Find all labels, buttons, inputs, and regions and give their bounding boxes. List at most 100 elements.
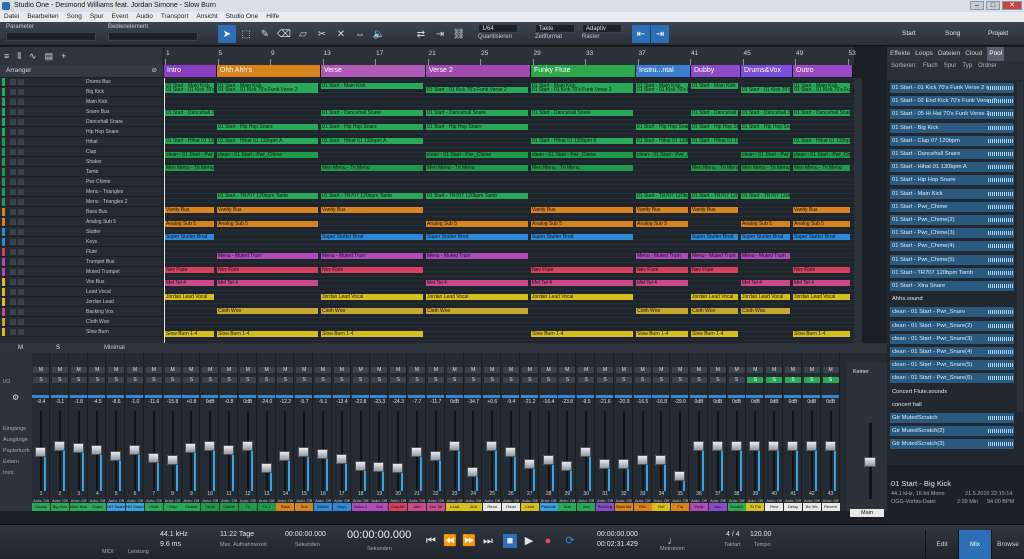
clip[interactable]: Vanity Bus: [636, 206, 688, 213]
channel-mute-button[interactable]: M: [390, 367, 407, 373]
channel-mute-button[interactable]: M: [446, 367, 463, 373]
channel-solo-button[interactable]: S: [615, 377, 632, 383]
track-row[interactable]: Backing Vox: [0, 308, 163, 317]
clip[interactable]: 01 Start - Dancehall Snare: [793, 110, 850, 117]
channel-pan-bar[interactable]: [708, 395, 726, 398]
arranger-section[interactable]: Instru...ntal: [636, 65, 691, 77]
clip[interactable]: Analog Sub 5: [741, 220, 790, 227]
clip[interactable]: Menu - Muted Trum: [426, 252, 528, 259]
add-track-icon[interactable]: +: [61, 51, 66, 61]
channel-solo-button[interactable]: S: [728, 377, 745, 383]
channel-mute-button[interactable]: M: [145, 367, 162, 373]
arranger-toggle-icon[interactable]: ⊘: [152, 65, 157, 77]
fader-knob[interactable]: [411, 447, 422, 457]
track-mute-button[interactable]: [10, 169, 16, 175]
fader-knob[interactable]: [617, 459, 629, 469]
track-row[interactable]: Flute: [0, 248, 163, 257]
track-solo-button[interactable]: [18, 119, 24, 125]
fader-knob[interactable]: [354, 460, 366, 471]
fader-knob[interactable]: [185, 443, 197, 453]
pool-item[interactable]: 01 Start - Big Kick: [890, 122, 1014, 133]
clip[interactable]: Jordan Lead Vocal: [691, 294, 738, 301]
pool-item[interactable]: clean - 01 Start - Pwr_Snare(6): [890, 373, 1014, 384]
pool-item[interactable]: Ahhs.sound: [890, 294, 1014, 305]
pool-sort-2[interactable]: Spur: [944, 61, 957, 72]
track-solo-button[interactable]: [18, 269, 24, 275]
fader-knob[interactable]: [655, 455, 667, 465]
channel-pan-bar[interactable]: [765, 395, 783, 398]
channel-solo-button[interactable]: S: [333, 377, 350, 383]
menu-item-3[interactable]: Spur: [90, 12, 104, 22]
clip[interactable]: Mel Tel 4: [426, 280, 528, 287]
channel-mute-button[interactable]: M: [352, 367, 369, 373]
browser-tab-1[interactable]: Loops: [915, 47, 933, 61]
clip[interactable]: Menu - Muted Trum: [691, 252, 738, 259]
clip[interactable]: Jordan Lead Vocal: [531, 294, 633, 301]
channel-mute-button[interactable]: M: [822, 367, 839, 373]
channel-pan-bar[interactable]: [32, 395, 49, 398]
channel-pan-bar[interactable]: [126, 395, 143, 398]
pool-item[interactable]: clean - 01 Start - Pwr_Snare(5): [890, 360, 1014, 371]
menu-item-0[interactable]: Datei: [4, 12, 19, 22]
pool-item[interactable]: Gtr MutedScratch(2): [890, 426, 1014, 437]
track-row[interactable]: Cloth Woo: [0, 318, 163, 327]
columns-icon[interactable]: ⫴: [17, 51, 21, 62]
clip[interactable]: 01 Start - Hihat 01 130bpm A: [793, 137, 850, 144]
clip[interactable]: 01 Start - Dancehall Snare: [741, 110, 790, 117]
track-mute-button[interactable]: [10, 209, 16, 215]
channel-mute-button[interactable]: M: [766, 367, 783, 373]
pool-item[interactable]: 01 Start - 05 Hi Hat 70's Funk Verse 2 w: [890, 109, 1014, 120]
clip[interactable]: 01 Start - Hip Hop Snare: [321, 124, 423, 130]
mixer-side-label[interactable]: I/O: [3, 379, 10, 385]
timebase-select[interactable]: Takte: [535, 24, 575, 33]
play-icon[interactable]: ▶: [522, 534, 536, 548]
track-solo-button[interactable]: [18, 319, 24, 325]
fader-knob[interactable]: [580, 447, 592, 457]
clip[interactable]: Mel Tel 4: [793, 280, 850, 287]
clip[interactable]: Jordan Lead Vocal: [321, 294, 423, 301]
track-row[interactable]: Menu - Triangles 2: [0, 198, 163, 207]
clip[interactable]: Menu - Muted Trum: [636, 252, 688, 259]
forward-end-icon[interactable]: ⏭: [481, 534, 495, 548]
clip[interactable]: 01 Start - Main Kick: [321, 82, 423, 89]
channel-mute-button[interactable]: M: [597, 367, 613, 373]
pool-item[interactable]: 01 Start - Hip Hop Snare: [890, 175, 1014, 186]
channel-solo-button[interactable]: S: [691, 377, 707, 383]
channel-mute-button[interactable]: M: [785, 367, 801, 373]
channel-pan-bar[interactable]: [351, 395, 369, 398]
pool-item[interactable]: Gtr MutedScratch: [890, 413, 1014, 423]
channel-solo-button[interactable]: S: [521, 377, 538, 383]
clip[interactable]: Vanity Bus: [165, 206, 214, 213]
channel-solo-button[interactable]: S: [296, 377, 313, 383]
fader-track[interactable]: [265, 411, 268, 491]
track-row[interactable]: Bass Bus: [0, 208, 163, 217]
channel-pan-bar[interactable]: [201, 395, 219, 398]
channel-pan-bar[interactable]: [50, 395, 68, 398]
track-mute-button[interactable]: [10, 189, 16, 195]
forward-icon[interactable]: ⏩: [462, 534, 476, 548]
track-solo-button[interactable]: [18, 329, 24, 335]
fader-knob[interactable]: [317, 449, 328, 460]
project-button[interactable]: Projekt: [988, 28, 1008, 40]
channel-mute-button[interactable]: M: [465, 367, 482, 373]
mix-tab[interactable]: Mix: [958, 530, 991, 559]
channel-mute-button[interactable]: M: [371, 367, 388, 373]
track-mute-button[interactable]: [10, 79, 16, 85]
clip[interactable]: Super Stutter Brod: [426, 234, 528, 241]
pool-item[interactable]: clean - 01 Start - Pwr_Snare(4): [890, 347, 1014, 357]
channel-pan-bar[interactable]: [614, 395, 632, 398]
channel-pan-bar[interactable]: [276, 395, 294, 398]
channel-mute-button[interactable]: M: [803, 367, 820, 373]
channel-solo-button[interactable]: S: [183, 377, 200, 383]
parameter-field[interactable]: [6, 32, 96, 41]
autoscroll-icon[interactable]: ⇥: [431, 25, 449, 43]
clip[interactable]: 01 Start - Hihat 01 130bpm A: [165, 137, 214, 144]
clip[interactable]: 01 Start - 01 Kick 70's Funk Verse 2: [426, 87, 528, 94]
channel-solo-button[interactable]: S: [221, 377, 237, 383]
arrange-view[interactable]: 01 Start - Main Kick 01 Start - Main Kick…: [164, 78, 854, 343]
channel-mute-button[interactable]: M: [521, 367, 538, 373]
clip[interactable]: Super Stutter Brod: [321, 234, 423, 241]
channel-solo-button[interactable]: S: [70, 377, 87, 383]
channel-solo-button[interactable]: S: [540, 377, 557, 383]
track-row[interactable]: Jordan Lead: [0, 298, 163, 307]
